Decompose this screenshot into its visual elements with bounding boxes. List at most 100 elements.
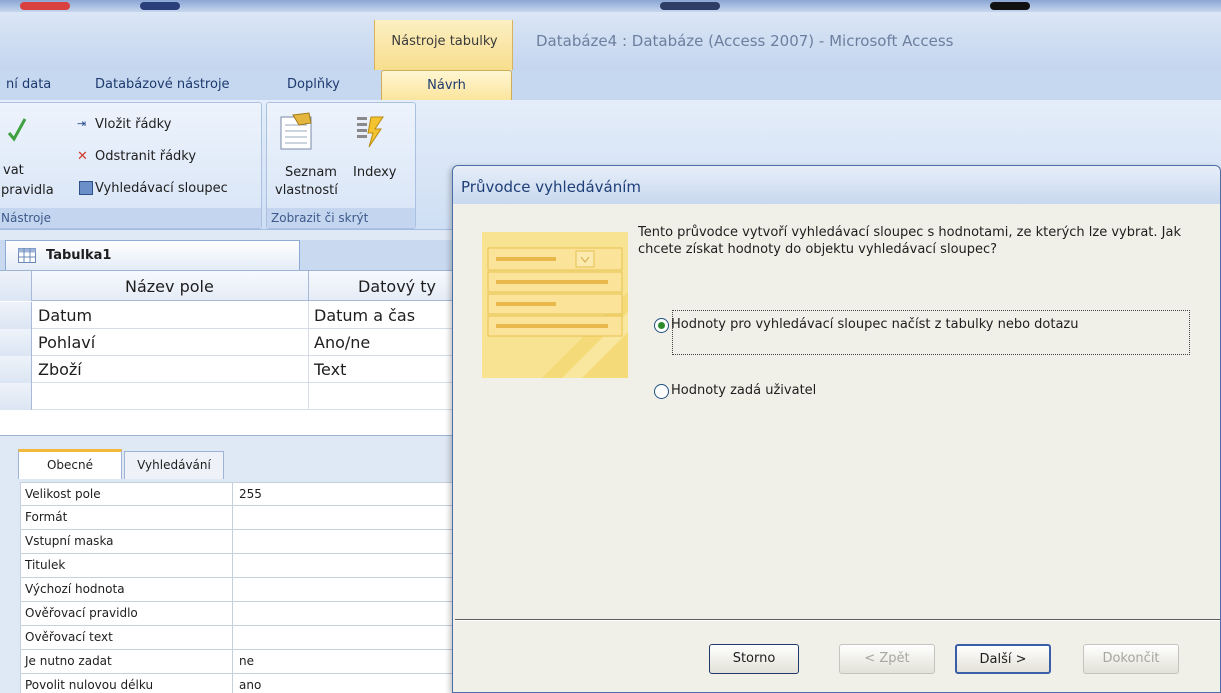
- check-icon: [7, 118, 27, 142]
- property-label: Ověřovací pravidlo: [25, 606, 138, 620]
- property-row[interactable]: Povolit nulovou délku ano: [20, 674, 460, 693]
- property-row[interactable]: Ověřovací text: [20, 626, 460, 650]
- column-divider: [308, 271, 309, 301]
- table-design-grid: Název pole Datový ty Datum Datum a čas P…: [0, 270, 460, 435]
- property-row[interactable]: Titulek: [20, 554, 460, 578]
- property-label: Velikost pole: [25, 487, 101, 501]
- field-name-cell[interactable]: Zboží: [38, 356, 82, 383]
- table-icon: [18, 248, 36, 263]
- document-tab-label: Tabulka1: [46, 248, 112, 263]
- field-name-cell[interactable]: Pohlaví: [38, 329, 95, 356]
- next-button[interactable]: Další >: [955, 644, 1051, 674]
- window-title: Databáze4 : Databáze (Access 2007) - Mic…: [536, 32, 954, 50]
- taskbar-app-icon: [140, 2, 180, 10]
- property-label: Ověřovací text: [25, 630, 113, 644]
- field-name-cell[interactable]: Datum: [38, 302, 92, 329]
- insert-rows-icon: ⇥: [77, 117, 87, 130]
- property-divider: [232, 506, 233, 530]
- context-tab-group-title: Nástroje tabulky: [391, 34, 498, 49]
- property-label: Formát: [25, 510, 68, 524]
- tab-add-ins[interactable]: Doplňky: [287, 70, 357, 100]
- tab-design[interactable]: Návrh: [381, 70, 512, 100]
- property-label: Povolit nulovou délku: [25, 678, 154, 692]
- ribbon-tab-bar: ní data Databázové nástroje Doplňky Návr…: [0, 70, 1221, 100]
- delete-rows-icon: ✕: [77, 149, 88, 164]
- finish-button[interactable]: Dokončit: [1083, 644, 1179, 674]
- property-row[interactable]: Je nutno zadat ne: [20, 650, 460, 674]
- ribbon-group-label: Nástroje: [0, 208, 261, 228]
- ribbon-group-tools: vat pravidla ⇥ Vložit řádky ✕ Odstranit …: [0, 102, 262, 229]
- wizard-illustration: [482, 232, 628, 378]
- column-header-data-type: Datový ty: [358, 277, 436, 296]
- property-divider: [232, 578, 233, 602]
- property-value[interactable]: 255: [239, 487, 262, 501]
- taskbar-app-icon: [660, 2, 720, 10]
- tab-database-tools[interactable]: Databázové nástroje: [95, 70, 255, 100]
- data-type-cell[interactable]: Ano/ne: [314, 329, 370, 356]
- row-selector[interactable]: [0, 356, 32, 383]
- property-divider: [232, 602, 233, 626]
- property-divider: [232, 626, 233, 650]
- property-value[interactable]: ne: [239, 654, 254, 668]
- property-value[interactable]: ano: [239, 678, 261, 692]
- document-tab[interactable]: Tabulka1: [5, 240, 300, 270]
- dialog-title-bar[interactable]: Průvodce vyhledáváním: [453, 166, 1220, 204]
- column-divider: [308, 301, 309, 410]
- radio-user-entry[interactable]: [654, 384, 669, 399]
- partial-button-label[interactable]: vat: [3, 163, 24, 178]
- radio-selected-dot: [658, 322, 665, 329]
- indexes-icon: [357, 116, 384, 148]
- document-tab-bar: Tabulka1: [0, 240, 460, 270]
- context-tab-group: Nástroje tabulky: [374, 20, 513, 70]
- table-row-empty[interactable]: [0, 383, 460, 410]
- property-divider: [232, 674, 233, 693]
- cancel-button[interactable]: Storno: [709, 644, 799, 674]
- property-label: Titulek: [25, 558, 66, 572]
- property-label: Výchozí hodnota: [25, 582, 125, 596]
- property-label: Vstupní maska: [25, 534, 114, 548]
- data-type-cell[interactable]: Datum a čas: [314, 302, 415, 329]
- taskbar-app-icon: [990, 2, 1030, 10]
- ribbon-group-show-hide: Seznam vlastností Indexy Zobrazit či skr…: [266, 102, 416, 229]
- row-selector[interactable]: [0, 329, 32, 356]
- table-row[interactable]: Zboží Text: [0, 356, 460, 383]
- delete-rows-button[interactable]: Odstranit řádky: [95, 149, 196, 164]
- property-divider: [232, 554, 233, 578]
- radio-from-table-label[interactable]: Hodnoty pro vyhledávací sloupec načíst z…: [671, 317, 1079, 332]
- property-label: Je nutno zadat: [25, 654, 112, 668]
- property-divider: [232, 483, 233, 507]
- ribbon-group-label: Zobrazit či skrýt: [267, 208, 415, 228]
- lookup-column-button[interactable]: Vyhledávací sloupec: [95, 181, 228, 196]
- tab-external-data[interactable]: ní data: [6, 70, 66, 100]
- dialog-title: Průvodce vyhledáváním: [461, 178, 641, 196]
- property-row[interactable]: Ověřovací pravidlo: [20, 602, 460, 626]
- row-selector[interactable]: [0, 302, 32, 329]
- lookup-wizard-dialog: Průvodce vyhledáváním Tento průvodce vyt…: [452, 165, 1221, 693]
- dialog-separator: [455, 619, 1220, 621]
- row-selector[interactable]: [0, 383, 32, 410]
- grid-header: Název pole Datový ty: [0, 271, 460, 301]
- column-header-field-name: Název pole: [125, 277, 214, 296]
- back-button[interactable]: < Zpět: [839, 644, 935, 674]
- radio-from-table[interactable]: [654, 318, 669, 333]
- property-row[interactable]: Velikost pole 255: [20, 482, 460, 507]
- partial-button-label[interactable]: pravidla: [1, 183, 54, 198]
- tab-general[interactable]: Obecné: [18, 449, 122, 479]
- indexes-button[interactable]: Indexy: [353, 165, 396, 180]
- select-all-corner[interactable]: [0, 271, 32, 301]
- taskbar-app-icon: [20, 2, 70, 10]
- property-row[interactable]: Výchozí hodnota: [20, 578, 460, 602]
- property-sheet-button-line2[interactable]: vlastností: [275, 183, 338, 198]
- data-type-cell[interactable]: Text: [314, 356, 346, 383]
- radio-user-entry-label[interactable]: Hodnoty zadá uživatel: [671, 383, 816, 398]
- property-sheet-button[interactable]: Seznam: [285, 165, 337, 180]
- wizard-description: Tento průvodce vytvoří vyhledávací sloup…: [638, 225, 1181, 257]
- insert-rows-button[interactable]: Vložit řádky: [95, 117, 171, 132]
- property-row[interactable]: Vstupní maska: [20, 530, 460, 554]
- tab-lookup[interactable]: Vyhledávání: [124, 451, 224, 479]
- property-sheet-icon: [280, 112, 312, 150]
- table-row[interactable]: Pohlaví Ano/ne: [0, 329, 460, 356]
- property-divider: [232, 530, 233, 554]
- property-row[interactable]: Formát: [20, 506, 460, 530]
- table-row[interactable]: Datum Datum a čas: [0, 302, 460, 329]
